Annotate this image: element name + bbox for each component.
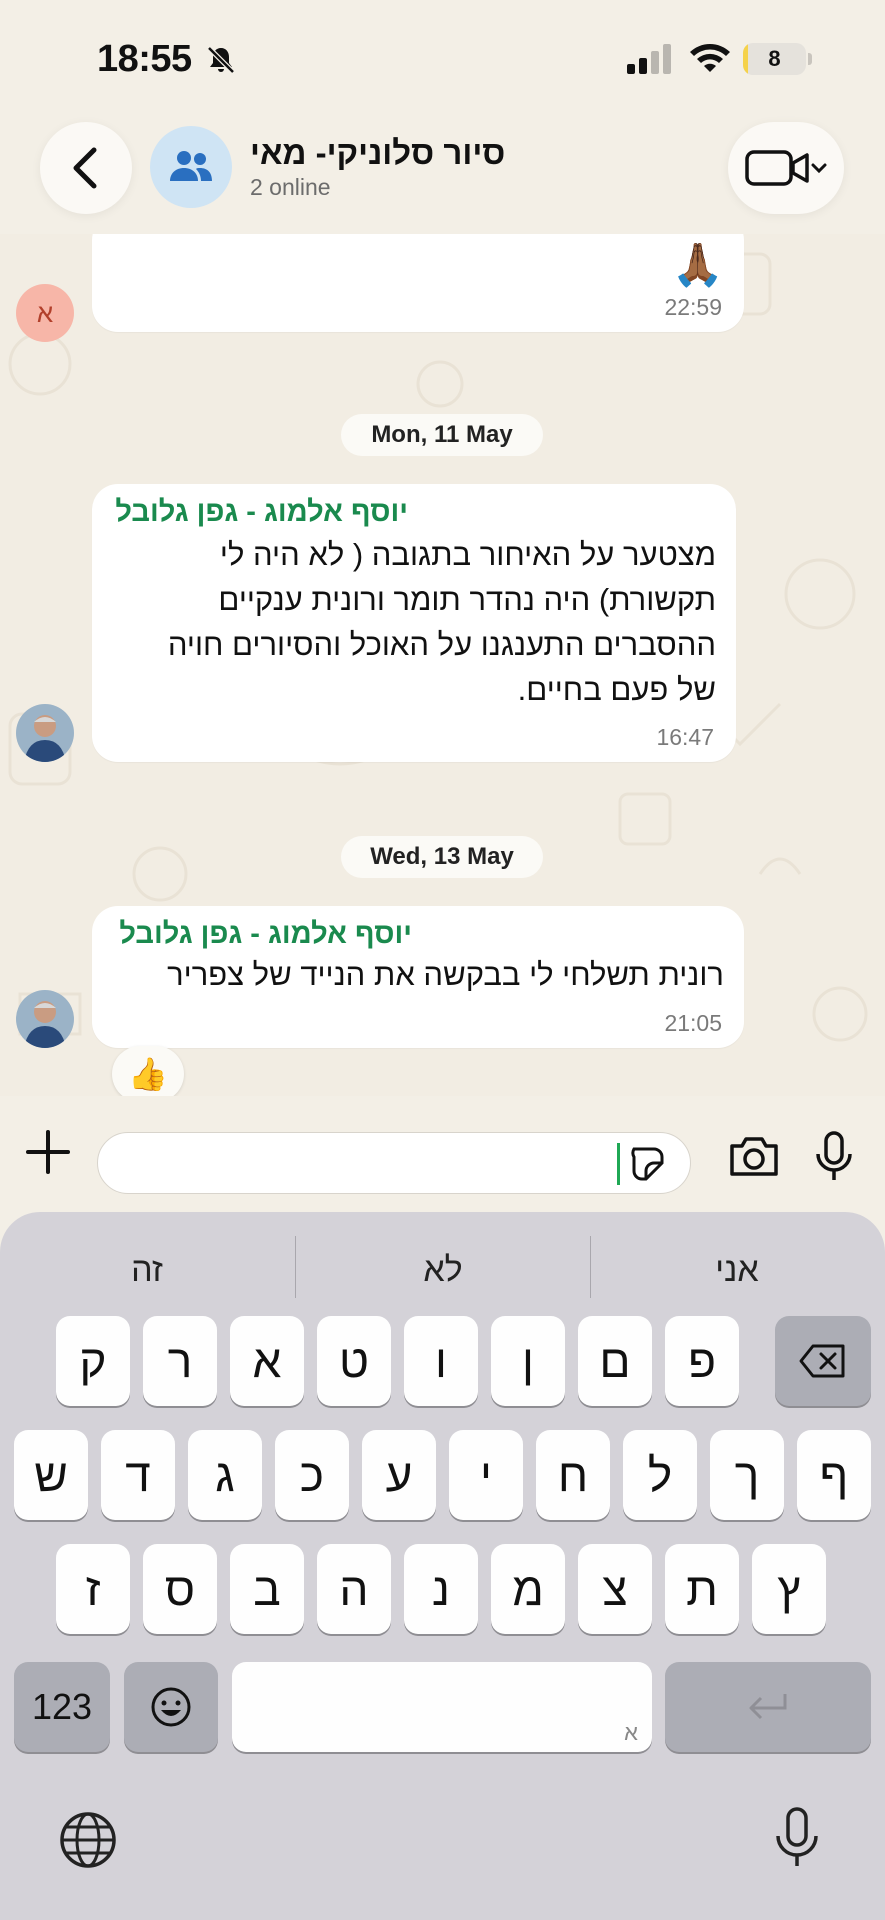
key[interactable]: מ [491, 1544, 565, 1634]
space-language-hint: א [624, 1720, 638, 1745]
sender-avatar[interactable]: א [16, 284, 74, 342]
key[interactable]: ד [101, 1430, 175, 1520]
message-time: 21:05 [664, 1010, 722, 1036]
video-call-button[interactable] [728, 122, 844, 214]
key[interactable]: נ [404, 1544, 478, 1634]
chat-messages[interactable]: 🙏🏾 22:59 א Mon, 11 May יוסף אלמוג - גפן … [0, 234, 885, 1096]
video-camera-icon [745, 150, 827, 186]
key[interactable]: ס [143, 1544, 217, 1634]
back-button[interactable] [40, 122, 132, 214]
suggestion[interactable]: זה [0, 1242, 294, 1298]
message-time: 16:47 [656, 724, 714, 750]
key[interactable]: ז [56, 1544, 130, 1634]
key[interactable]: ל [623, 1430, 697, 1520]
message-line: של פעם בחיים. [517, 672, 716, 707]
key[interactable]: כ [275, 1430, 349, 1520]
key[interactable]: ף [797, 1430, 871, 1520]
space-key[interactable]: א [232, 1662, 652, 1752]
dictation-mic-icon[interactable] [772, 1806, 822, 1870]
text-caret [617, 1143, 620, 1185]
key[interactable]: ו [404, 1316, 478, 1406]
return-key[interactable] [665, 1662, 871, 1752]
numbers-key[interactable]: 123 [14, 1662, 110, 1752]
key[interactable]: ץ [752, 1544, 826, 1634]
person-photo [16, 704, 74, 762]
key[interactable]: ך [710, 1430, 784, 1520]
chat-title[interactable]: סיור סלוניקי- מאי [250, 134, 505, 172]
suggestion[interactable]: לא [296, 1242, 590, 1298]
key[interactable]: א [230, 1316, 304, 1406]
key[interactable]: ם [578, 1316, 652, 1406]
chat-online-status: 2 online [250, 174, 331, 200]
key[interactable]: ב [230, 1544, 304, 1634]
key[interactable]: י [449, 1430, 523, 1520]
key[interactable]: ג [188, 1430, 262, 1520]
key[interactable]: צ [578, 1544, 652, 1634]
message-bubble[interactable]: 🙏🏾 22:59 [92, 234, 744, 332]
chevron-left-icon [73, 147, 97, 189]
message-text: רונית תשלחי לי בבקשה את הנייד של צפריר [167, 957, 724, 992]
sender-avatar[interactable] [16, 990, 74, 1048]
key[interactable]: ט [317, 1316, 391, 1406]
sender-avatar[interactable] [16, 704, 74, 762]
key[interactable]: ת [665, 1544, 739, 1634]
thumbs-up-reaction[interactable]: 👍 [112, 1046, 184, 1096]
date-separator: Wed, 13 May [341, 836, 543, 878]
key[interactable]: ש [14, 1430, 88, 1520]
message-text: 🙏🏾 [671, 241, 724, 288]
status-bar: 18:55 8 [0, 0, 885, 118]
key[interactable]: ה [317, 1544, 391, 1634]
message-sender[interactable]: יוסף אלמוג - גפן גלובל [119, 918, 412, 951]
composer-bar [0, 1096, 885, 1208]
message-time: 22:59 [664, 294, 722, 320]
delete-key[interactable] [775, 1316, 871, 1406]
sticker-icon[interactable] [628, 1145, 666, 1183]
return-arrow-icon [749, 1694, 787, 1720]
key[interactable]: פ [665, 1316, 739, 1406]
group-people-icon [170, 151, 212, 181]
message-bubble[interactable]: יוסף אלמוג - גפן גלובל מצטער על האיחור ב… [92, 484, 736, 762]
group-avatar[interactable] [150, 126, 232, 208]
key[interactable]: ק [56, 1316, 130, 1406]
message-line: מצטער על האיחור בתגובה ( לא היה לי [219, 537, 716, 572]
chat-header: סיור סלוניקי- מאי 2 online [0, 118, 885, 234]
keyboard: אני לא זה ק ר א ט ו ן ם פ ש ד ג כ ע י ח … [0, 1212, 885, 1920]
key[interactable]: ח [536, 1430, 610, 1520]
key[interactable]: ע [362, 1430, 436, 1520]
bell-muted-icon [207, 46, 235, 74]
message-line: ההסברים התענגנו על האוכל והסיורים חויה [167, 627, 716, 662]
key[interactable]: ן [491, 1316, 565, 1406]
suggestion-divider [295, 1236, 296, 1298]
message-bubble[interactable]: יוסף אלמוג - גפן גלובל רונית תשלחי לי בב… [92, 906, 744, 1048]
globe-icon[interactable] [58, 1810, 118, 1870]
battery-tip [808, 53, 812, 65]
backspace-icon [799, 1344, 845, 1378]
battery-level: 8 [768, 46, 781, 71]
date-separator: Mon, 11 May [341, 414, 543, 456]
suggestion-divider [590, 1236, 591, 1298]
cellular-signal-icon [627, 44, 671, 74]
message-sender[interactable]: יוסף אלמוג - גפן גלובל [115, 496, 408, 529]
message-line: תקשורת) היה נהדר תומר ורונית ענקיים [218, 582, 716, 617]
suggestion[interactable]: אני [590, 1242, 884, 1298]
battery-indicator: 8 [743, 43, 806, 75]
emoji-key[interactable] [124, 1662, 218, 1752]
status-time: 18:55 [97, 38, 192, 80]
camera-icon[interactable] [728, 1134, 780, 1178]
plus-icon[interactable] [22, 1126, 74, 1178]
message-input[interactable] [97, 1132, 691, 1194]
person-photo [16, 990, 74, 1048]
emoji-icon [151, 1687, 191, 1727]
key[interactable]: ר [143, 1316, 217, 1406]
microphone-icon[interactable] [812, 1130, 856, 1182]
wifi-icon [690, 44, 730, 72]
